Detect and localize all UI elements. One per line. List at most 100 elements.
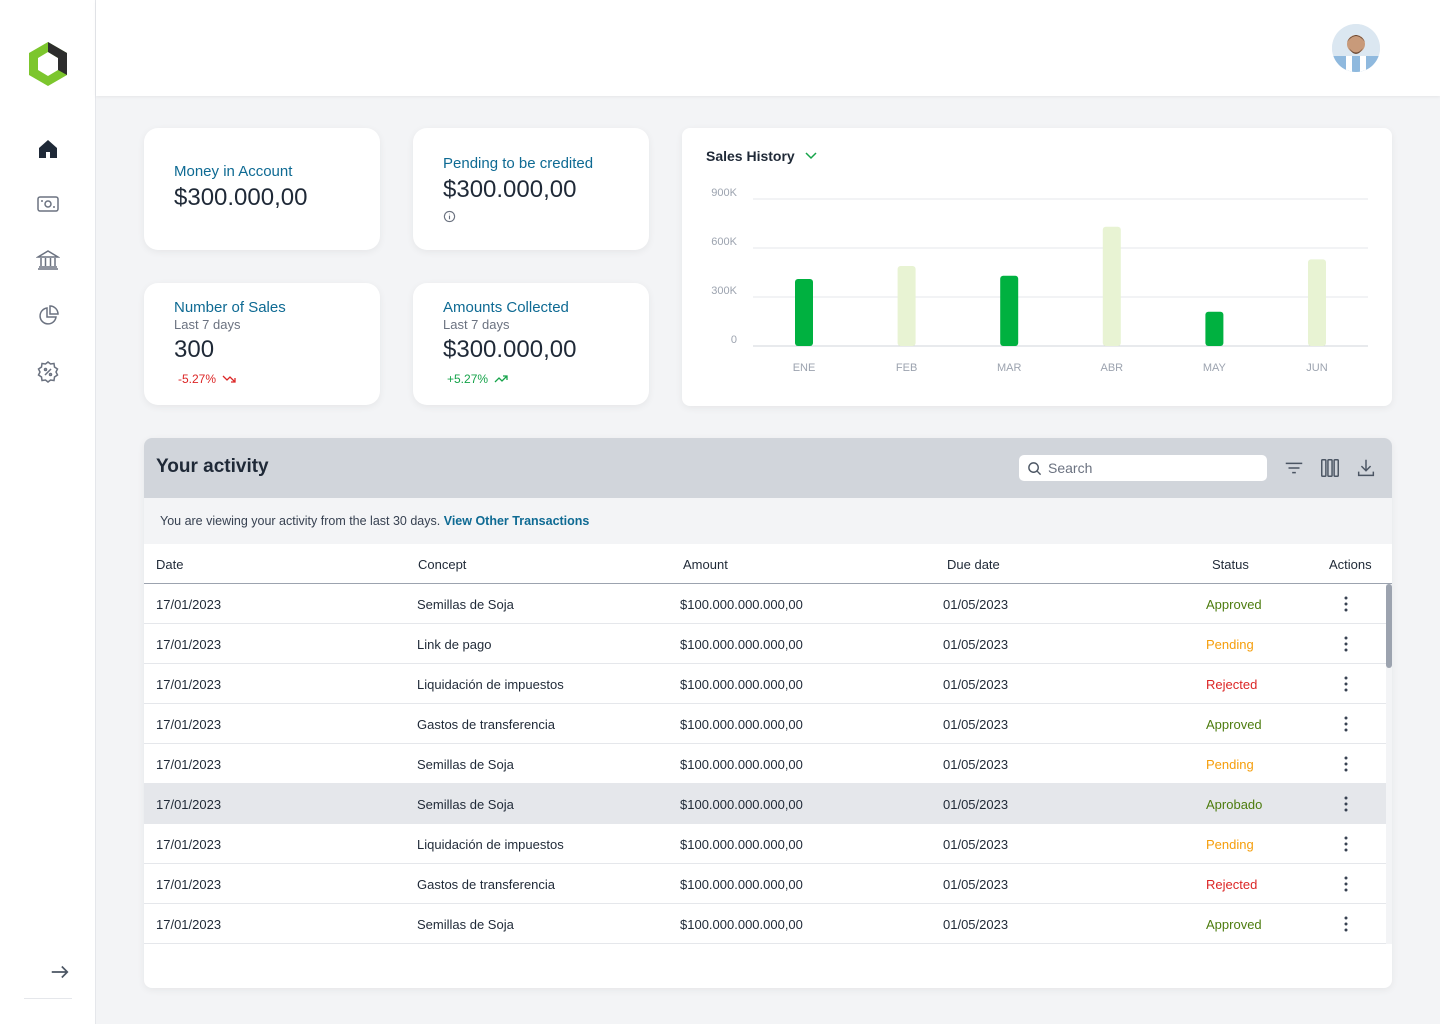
table-row[interactable]: 17/01/2023 Liquidación de impuestos $100.0… <box>144 824 1386 864</box>
row-actions-button[interactable] <box>1337 834 1355 854</box>
row-actions-button[interactable] <box>1337 874 1355 894</box>
download-icon <box>1357 459 1375 477</box>
kebab-menu-icon <box>1344 636 1348 652</box>
sidebar <box>0 0 96 1024</box>
search-box[interactable] <box>1018 454 1268 482</box>
cell-concept: Gastos de transferencia <box>417 877 556 892</box>
column-header-amount[interactable]: Amount <box>683 557 728 572</box>
nav-reports[interactable] <box>34 302 62 330</box>
row-actions-button[interactable] <box>1337 794 1355 814</box>
cell-concept: Semillas de Soja <box>417 917 514 932</box>
activity-header: Your activity <box>144 438 1392 498</box>
column-header-due-date[interactable]: Due date <box>947 557 1000 572</box>
cell-concept: Liquidación de impuestos <box>417 837 564 852</box>
cell-status: Pending <box>1206 837 1254 852</box>
cell-status: Approved <box>1206 917 1262 932</box>
cell-amount: $100.000.000.000,00 <box>680 677 803 692</box>
nav-home[interactable] <box>34 135 62 163</box>
pie-chart-icon <box>39 305 59 325</box>
cell-due-date: 01/05/2023 <box>943 677 1009 692</box>
filter-button[interactable] <box>1282 456 1306 480</box>
search-icon <box>1028 461 1042 475</box>
view-other-transactions-link[interactable]: View Other Transactions <box>444 514 590 528</box>
row-actions-button[interactable] <box>1337 714 1355 734</box>
kebab-menu-icon <box>1344 596 1348 612</box>
column-header-actions: Actions <box>1329 557 1372 572</box>
y-tick-label: 900K <box>711 187 737 199</box>
card-label: Pending to be credited <box>443 155 594 172</box>
bar-ene[interactable] <box>795 279 813 346</box>
row-actions-button[interactable] <box>1337 674 1355 694</box>
card-value: $300.000,00 <box>443 336 577 363</box>
nav-money[interactable] <box>34 190 62 218</box>
cell-due-date: 01/05/2023 <box>943 637 1009 652</box>
column-header-status[interactable]: Status <box>1212 557 1249 572</box>
card-money-in-account: Money in Account $300.000,00 <box>144 128 380 250</box>
table-row[interactable]: 17/01/2023 Gastos de transferencia $100.00… <box>144 864 1386 904</box>
x-tick-label: ENE <box>793 362 816 374</box>
bar-jun[interactable] <box>1308 259 1326 346</box>
card-label: Number of Sales <box>174 299 286 316</box>
avatar[interactable] <box>1332 24 1380 72</box>
scrollbar-thumb[interactable] <box>1386 584 1392 668</box>
activity-info-bar: You are viewing your activity from the l… <box>144 498 1392 544</box>
nav-discounts[interactable] <box>34 358 62 386</box>
row-actions-button[interactable] <box>1337 754 1355 774</box>
cell-concept: Semillas de Soja <box>417 757 514 772</box>
cell-status: Pending <box>1206 757 1254 772</box>
cell-status: Approved <box>1206 717 1262 732</box>
brand-logo[interactable] <box>26 40 70 88</box>
card-value: 300 <box>174 336 215 363</box>
nav-bank[interactable] <box>34 246 62 274</box>
kebab-menu-icon <box>1344 796 1348 812</box>
filter-icon <box>1285 462 1303 474</box>
home-icon <box>39 140 57 158</box>
download-button[interactable] <box>1354 456 1378 480</box>
cell-date: 17/01/2023 <box>156 597 222 612</box>
bar-abr[interactable] <box>1102 226 1121 346</box>
table-body: 17/01/2023 Semillas de Soja $100.000.000.0… <box>144 584 1386 944</box>
kebab-menu-icon <box>1344 916 1348 932</box>
table-row[interactable]: 17/01/2023 Semillas de Soja $100.000.000.0… <box>144 784 1386 824</box>
bar-mar[interactable] <box>1000 275 1019 346</box>
cell-date: 17/01/2023 <box>156 917 222 932</box>
cell-status: Aprobado <box>1206 797 1263 812</box>
table-row[interactable]: 17/01/2023 Liquidación de impuestos $100.0… <box>144 664 1386 704</box>
x-tick-label: FEB <box>896 362 917 374</box>
row-actions-button[interactable] <box>1337 634 1355 654</box>
cell-date: 17/01/2023 <box>156 837 222 852</box>
cell-amount: $100.000.000.000,00 <box>680 797 803 812</box>
cell-amount: $100.000.000.000,00 <box>680 637 803 652</box>
info-icon[interactable] <box>443 210 457 224</box>
sidebar-divider <box>24 998 72 999</box>
cell-due-date: 01/05/2023 <box>943 797 1009 812</box>
table-header: Date Concept Amount Due date Status Acti… <box>144 544 1392 584</box>
bar-may[interactable] <box>1205 311 1224 346</box>
delta-badge: +5.27% <box>443 372 649 386</box>
x-tick-label: JUN <box>1306 362 1327 374</box>
row-actions-button[interactable] <box>1337 594 1355 614</box>
column-header-concept[interactable]: Concept <box>418 557 466 572</box>
row-actions-button[interactable] <box>1337 914 1355 934</box>
search-input[interactable] <box>1048 460 1258 476</box>
columns-button[interactable] <box>1318 456 1342 480</box>
table-scrollbar[interactable] <box>1386 584 1392 944</box>
column-header-date[interactable]: Date <box>156 557 183 572</box>
cell-concept: Link de pago <box>417 637 492 652</box>
table-row[interactable]: 17/01/2023 Link de pago $100.000.000.000,0… <box>144 624 1386 664</box>
collapse-sidebar-button[interactable] <box>48 958 72 986</box>
card-number-of-sales: Number of Sales Last 7 days 300 -5.27% <box>144 283 380 405</box>
table-row[interactable]: 17/01/2023 Gastos de transferencia $100.00… <box>144 704 1386 744</box>
card-pending-credited: Pending to be credited $300.000,00 <box>413 128 649 250</box>
table-row[interactable]: 17/01/2023 Semillas de Soja $100.000.000.0… <box>144 904 1386 944</box>
table-row[interactable]: 17/01/2023 Semillas de Soja $100.000.000.0… <box>144 744 1386 784</box>
kebab-menu-icon <box>1344 676 1348 692</box>
card-subtitle: Last 7 days <box>174 317 241 332</box>
cell-concept: Liquidación de impuestos <box>417 677 564 692</box>
cell-due-date: 01/05/2023 <box>943 877 1009 892</box>
cell-date: 17/01/2023 <box>156 637 222 652</box>
cell-status: Rejected <box>1206 677 1258 692</box>
table-row[interactable]: 17/01/2023 Semillas de Soja $100.000.000.0… <box>144 584 1386 624</box>
bar-feb[interactable] <box>897 265 916 346</box>
money-icon <box>37 196 59 212</box>
